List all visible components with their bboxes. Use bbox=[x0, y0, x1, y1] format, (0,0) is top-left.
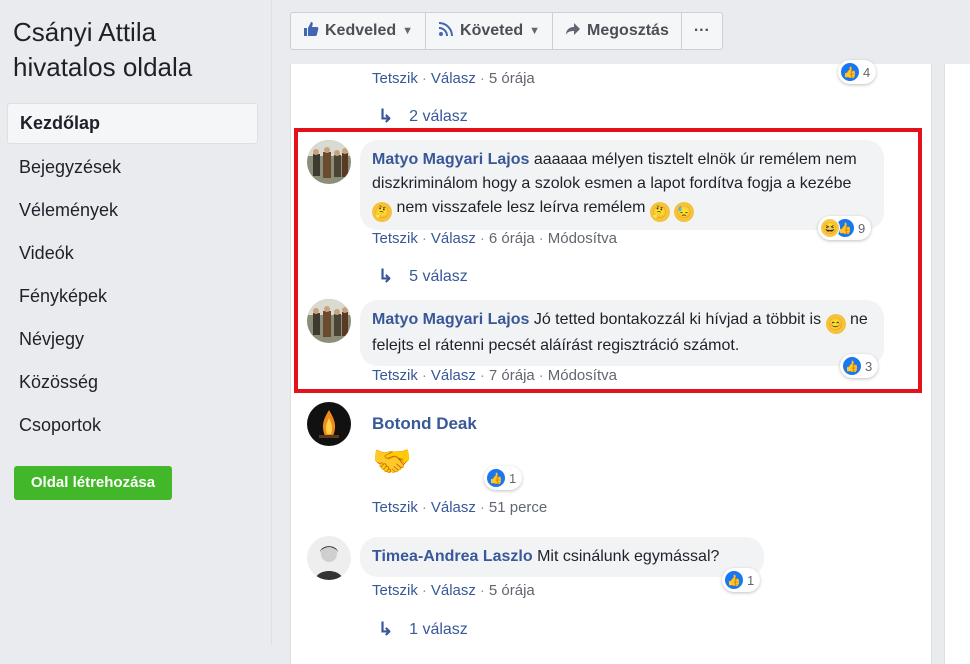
share-arrow-icon bbox=[565, 21, 581, 42]
like-comment-link[interactable]: Tetszik bbox=[372, 70, 418, 87]
create-page-button[interactable]: Oldal létrehozása bbox=[14, 466, 172, 500]
avatar[interactable] bbox=[307, 299, 351, 343]
comment-timestamp[interactable]: 51 perce bbox=[489, 499, 547, 516]
smiling-emoji-icon: 😊 bbox=[825, 314, 846, 334]
comment-actions: Tetszik · Válasz · 7 órája · Módosítva bbox=[372, 367, 617, 384]
nav-item-photos[interactable]: Fényképek bbox=[7, 275, 258, 318]
reaction-count[interactable]: 👍 4 bbox=[838, 60, 877, 84]
reply-comment-link[interactable]: Válasz bbox=[431, 582, 476, 599]
comment-text: Jó tetted bontakozzál ki hívjad a többit… bbox=[533, 311, 822, 328]
share-page-label: Megosztás bbox=[587, 22, 669, 39]
comment-actions: Tetszik · Válasz · 5 órája bbox=[372, 582, 535, 599]
more-options-button[interactable]: ··· bbox=[682, 13, 722, 49]
reaction-number: 1 bbox=[509, 470, 517, 486]
follow-page-button[interactable]: Követed ▼ bbox=[426, 13, 554, 49]
comment-bubble: Matyo Magyari Lajos Jó tetted bontakozzá… bbox=[360, 300, 884, 366]
caret-down-icon: ▼ bbox=[529, 25, 541, 37]
nav-item-about[interactable]: Névjegy bbox=[7, 318, 258, 361]
nav-item-groups[interactable]: Csoportok bbox=[7, 404, 258, 447]
replies-count: 2 válasz bbox=[409, 107, 468, 125]
reply-arrow-icon: ↳ bbox=[378, 106, 394, 126]
sad-emoji-icon: 😓 bbox=[674, 202, 695, 222]
edited-label[interactable]: Módosítva bbox=[548, 367, 617, 384]
like-reaction-icon: 👍 bbox=[724, 570, 744, 590]
replies-count: 5 válasz bbox=[409, 267, 468, 285]
page-sidebar: Csányi Attila hivatalos oldala Kezdőlap … bbox=[0, 0, 272, 645]
like-reaction-icon: 👍 bbox=[842, 356, 862, 376]
rss-icon bbox=[438, 21, 454, 42]
reply-arrow-icon: ↳ bbox=[378, 619, 394, 639]
like-comment-link[interactable]: Tetszik bbox=[372, 230, 418, 247]
comment-timestamp[interactable]: 5 órája bbox=[489, 70, 535, 87]
like-page-button[interactable]: Kedveled ▼ bbox=[291, 13, 427, 49]
like-comment-link[interactable]: Tetszik bbox=[372, 367, 418, 384]
avatar[interactable] bbox=[307, 536, 351, 580]
nav-item-reviews[interactable]: Vélemények bbox=[7, 189, 258, 232]
like-comment-link[interactable]: Tetszik bbox=[372, 499, 418, 516]
view-replies-link[interactable]: ↳ 5 válasz bbox=[378, 266, 468, 287]
comment-bubble: Matyo Magyari Lajos aaaaaa mélyen tiszte… bbox=[360, 140, 884, 230]
reply-comment-link[interactable]: Válasz bbox=[431, 367, 476, 384]
comment-author[interactable]: Botond Deak bbox=[372, 414, 477, 434]
comment-author[interactable]: Matyo Magyari Lajos bbox=[372, 151, 529, 168]
thinking-emoji-icon: 🤔 bbox=[649, 202, 670, 222]
reply-arrow-icon: ↳ bbox=[378, 266, 394, 286]
view-replies-link[interactable]: ↳ 1 válasz bbox=[378, 619, 468, 640]
reaction-count[interactable]: 👍 1 bbox=[484, 466, 523, 490]
page-action-bar: Kedveled ▼ Követed ▼ Megosztás ··· bbox=[290, 12, 723, 50]
like-reaction-icon: 👍 bbox=[840, 62, 860, 82]
nav-item-videos[interactable]: Videók bbox=[7, 232, 258, 275]
right-column-edge bbox=[944, 64, 970, 664]
view-replies-link[interactable]: ↳ 2 válasz bbox=[378, 106, 468, 127]
reaction-number: 4 bbox=[863, 64, 871, 80]
avatar[interactable] bbox=[307, 140, 351, 184]
avatar[interactable] bbox=[307, 402, 351, 446]
nav-item-community[interactable]: Közösség bbox=[7, 361, 258, 404]
like-reaction-icon: 👍 bbox=[486, 468, 506, 488]
comment-actions: Tetszik · Válasz · 5 órája bbox=[372, 70, 535, 87]
like-page-label: Kedveled bbox=[325, 22, 397, 39]
comment-timestamp[interactable]: 5 órája bbox=[489, 582, 535, 599]
comment-author[interactable]: Timea-Andrea Laszlo bbox=[372, 548, 533, 565]
caret-down-icon: ▼ bbox=[402, 25, 414, 37]
share-page-button[interactable]: Megosztás bbox=[553, 13, 682, 49]
comment-timestamp[interactable]: 7 órája bbox=[489, 367, 535, 384]
comment-actions: Tetszik · Válasz · 51 perce bbox=[372, 499, 548, 516]
reaction-count[interactable]: 😆 👍 9 bbox=[818, 216, 872, 240]
comment-text-cont: nem visszafele lesz leírva remélem bbox=[396, 199, 646, 216]
follow-page-label: Követed bbox=[460, 22, 524, 39]
reaction-number: 1 bbox=[747, 572, 755, 588]
comment-actions: Tetszik · Válasz · 6 órája · Módosítva bbox=[372, 230, 617, 247]
thinking-emoji-icon: 🤔 bbox=[372, 202, 392, 222]
replies-count: 1 válasz bbox=[409, 620, 468, 638]
nav-item-posts[interactable]: Bejegyzések bbox=[7, 146, 258, 189]
reaction-count[interactable]: 👍 1 bbox=[722, 568, 761, 592]
comment-bubble: Timea-Andrea Laszlo Mit csinálunk egymás… bbox=[360, 537, 764, 577]
comment-text: Mit csinálunk egymással? bbox=[537, 548, 720, 565]
nav-item-home[interactable]: Kezdőlap bbox=[7, 103, 258, 144]
edited-label[interactable]: Módosítva bbox=[548, 230, 617, 247]
page-nav: Kezdőlap Bejegyzések Vélemények Videók F… bbox=[7, 103, 258, 447]
more-dots-icon: ··· bbox=[693, 22, 710, 39]
handshake-emoji-icon: 🤝 bbox=[372, 443, 412, 479]
page-title[interactable]: Csányi Attila hivatalos oldala bbox=[13, 15, 263, 85]
reply-comment-link[interactable]: Válasz bbox=[431, 230, 476, 247]
thumbs-up-icon bbox=[303, 21, 319, 42]
reaction-number: 3 bbox=[865, 358, 873, 374]
reaction-count[interactable]: 👍 3 bbox=[840, 354, 879, 378]
reaction-number: 9 bbox=[858, 220, 866, 236]
like-comment-link[interactable]: Tetszik bbox=[372, 582, 418, 599]
reply-comment-link[interactable]: Válasz bbox=[431, 499, 476, 516]
comment-author[interactable]: Matyo Magyari Lajos bbox=[372, 311, 529, 328]
haha-reaction-icon: 😆 bbox=[820, 218, 840, 238]
reply-comment-link[interactable]: Válasz bbox=[431, 70, 476, 87]
comment-timestamp[interactable]: 6 órája bbox=[489, 230, 535, 247]
